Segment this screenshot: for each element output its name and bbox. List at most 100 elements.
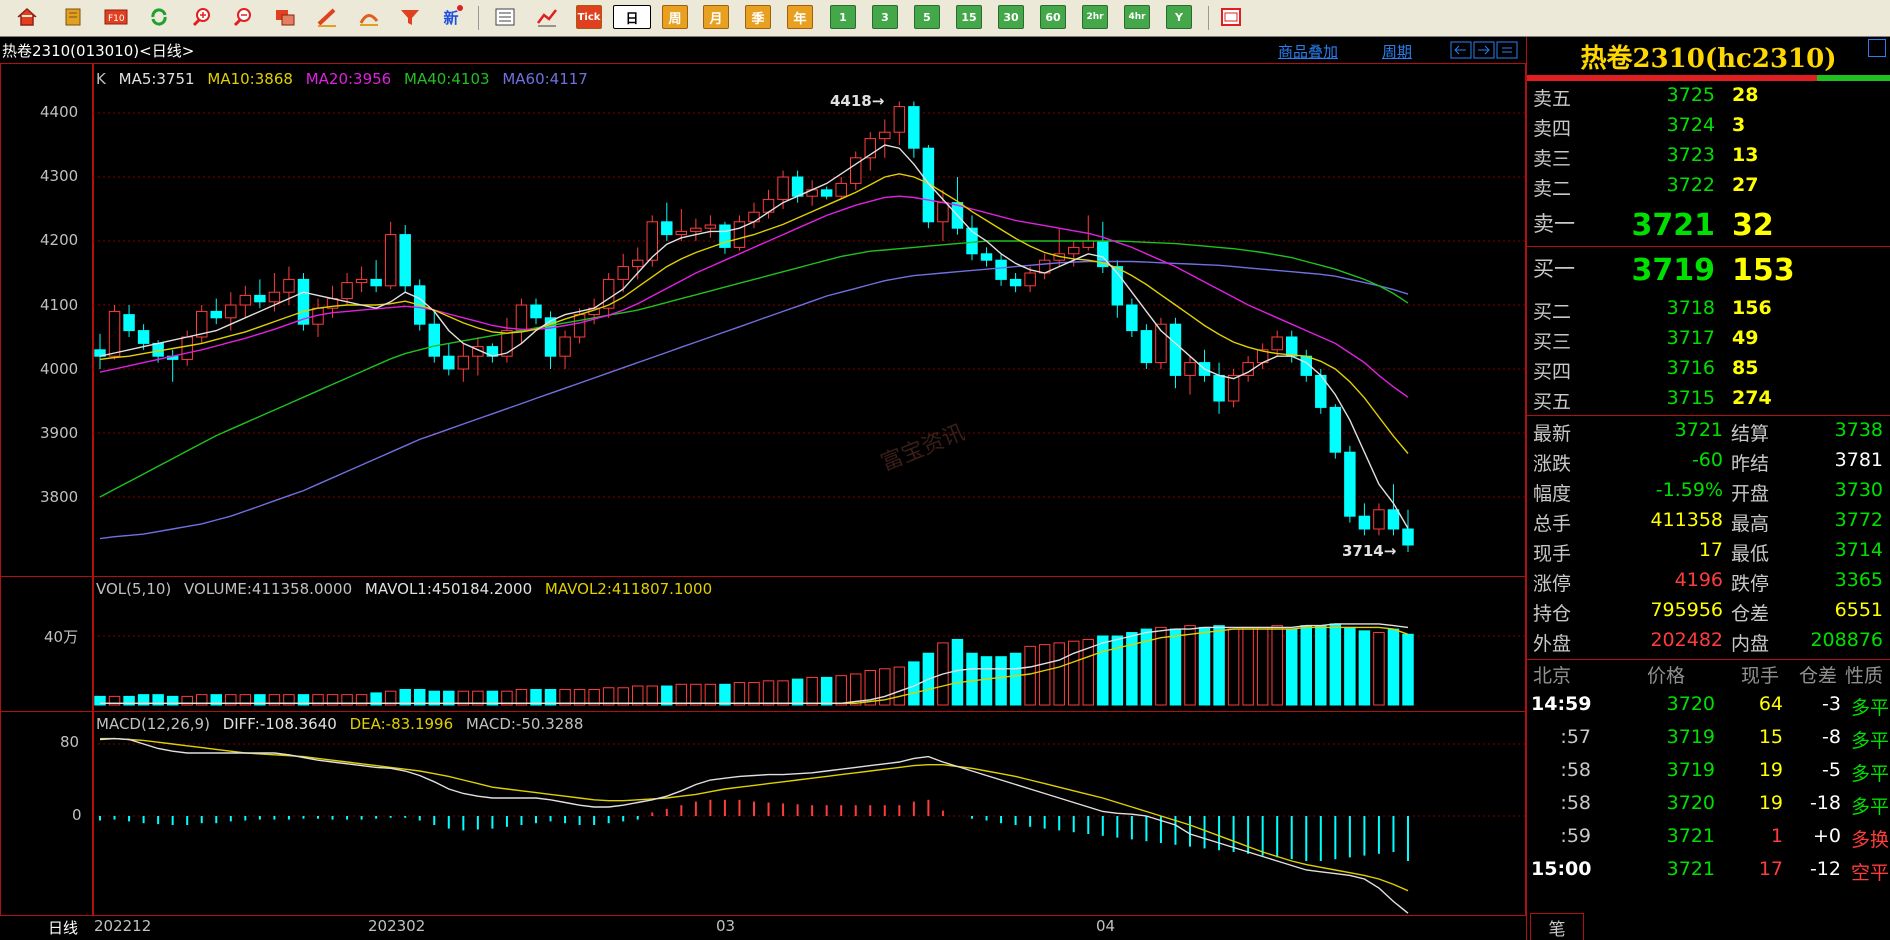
stat-label: 最高 [1731,513,1770,535]
divider [1527,659,1890,660]
candle-body [559,336,571,357]
volume-bar [1242,626,1254,706]
ask-row[interactable]: 卖五 3725 28 [1527,84,1890,114]
price-tick: 4300 [40,167,79,185]
volume-bar [1300,625,1312,706]
volume-legend: VOL(5,10) VOLUME:411358.0000 MAVOL1:4501… [96,580,720,598]
candle-body [1344,451,1356,517]
bid-row[interactable]: 买三 3717 49 [1527,327,1890,357]
stat-label: 仓差 [1731,603,1770,625]
legend-ma60: MA60:4117 [502,70,588,88]
ask-row[interactable]: 卖四 3724 3 [1527,114,1890,144]
tick-type: 多换 [1850,829,1889,851]
candle-body [777,176,789,200]
price-tick: 4400 [40,103,79,121]
stat-row: 现手 17 最低 3714 [1527,539,1890,569]
tick-price: 3721 [1666,858,1715,880]
volume-bar [1373,632,1385,706]
stat-label: 昨结 [1731,453,1770,475]
stat-label: 涨停 [1533,573,1572,595]
candle-body [908,106,920,149]
bid-row[interactable]: 买一 3719 153 [1527,253,1890,288]
ask-row[interactable]: 卖三 3723 13 [1527,144,1890,174]
ticks-header-price: 价格 [1647,665,1686,687]
tick-oi-change: -8 [1822,726,1841,748]
ask-price: 3722 [1666,174,1715,196]
candle-body [181,336,193,360]
candle-body [370,278,382,287]
candle-body [443,355,455,370]
ask-row[interactable]: 卖一 3721 32 [1527,208,1890,243]
price-tick: 4100 [40,296,79,314]
tick-tab[interactable]: 笔 [1530,913,1584,940]
ticks-header-oi: 仓差 [1799,665,1838,687]
ask-volume: 3 [1732,114,1746,136]
candle-body [573,314,586,338]
period-label: 日线 [48,919,79,937]
tick-price: 3720 [1666,693,1715,715]
bid-row[interactable]: 买二 3718 156 [1527,297,1890,327]
stat-label: 开盘 [1731,483,1770,505]
candle-body [602,278,615,309]
legend-macd: MACD:-50.3288 [465,715,584,733]
candle-body [661,221,673,236]
ask-row[interactable]: 卖二 3722 27 [1527,174,1890,204]
candle-body [384,234,397,287]
tick-time: 15:00 [1531,858,1592,880]
volume-bar [1256,626,1269,706]
ask-label: 卖一 [1533,212,1575,236]
tick-type: 多平 [1850,697,1889,719]
bid-label: 买二 [1533,301,1572,323]
bid-label: 买五 [1533,391,1572,413]
stat-value: 3365 [1834,569,1883,591]
volume-bar [719,683,731,706]
candle-body [399,234,411,287]
tick-time: :58 [1560,759,1591,781]
maximize-icon[interactable] [1868,39,1886,57]
candle-body [1140,330,1153,364]
ask-price: 3724 [1666,114,1715,136]
tick-oi-change: -5 [1822,759,1841,781]
bid-row[interactable]: 买四 3716 85 [1527,357,1890,387]
kline-chart[interactable] [0,0,1526,940]
divider [1527,246,1890,247]
bid-price: 3718 [1666,297,1715,319]
bid-volume: 274 [1732,387,1772,409]
candle-body [791,176,804,197]
tick-time: :57 [1560,726,1591,748]
bid-volume: 85 [1732,357,1759,379]
volume-bar [1213,625,1225,706]
volume-bar [1286,628,1298,706]
legend-macd-params: MACD(12,26,9) [96,715,210,733]
bid-label: 买四 [1533,361,1572,383]
tick-oi-change: -18 [1809,792,1841,814]
ticks-header-vol: 现手 [1741,665,1780,687]
stat-label: 内盘 [1731,633,1770,655]
candle-body [1126,304,1138,332]
x-tick: 04 [1096,917,1116,935]
candle-body [617,266,629,280]
candle-body [108,310,121,357]
candle-body [1387,509,1400,530]
legend-ma5: MA5:3751 [118,70,195,88]
stat-row: 总手 411358 最高 3772 [1527,509,1890,539]
tick-time: :58 [1560,792,1591,814]
legend-diff: DIFF:-108.3640 [222,715,337,733]
ask-volume: 28 [1732,84,1759,106]
stat-label: 涨跌 [1533,453,1572,475]
bid-row[interactable]: 买五 3715 274 [1527,387,1890,417]
volume-bar [1402,633,1414,706]
volume-bar [762,680,775,706]
stat-label: 最低 [1731,543,1770,565]
stat-value: 3730 [1834,479,1883,501]
legend-vol: VOL(5,10) [96,580,172,598]
tick-volume: 64 [1758,693,1783,715]
volume-bar [733,682,746,706]
volume-bar [675,683,688,706]
stat-label: 最新 [1533,423,1572,445]
candle-body [1358,515,1371,530]
volume-bar [1344,626,1356,706]
tick-type: 空平 [1850,862,1889,884]
stat-value: 411358 [1650,509,1723,531]
candle-body [1068,246,1080,255]
